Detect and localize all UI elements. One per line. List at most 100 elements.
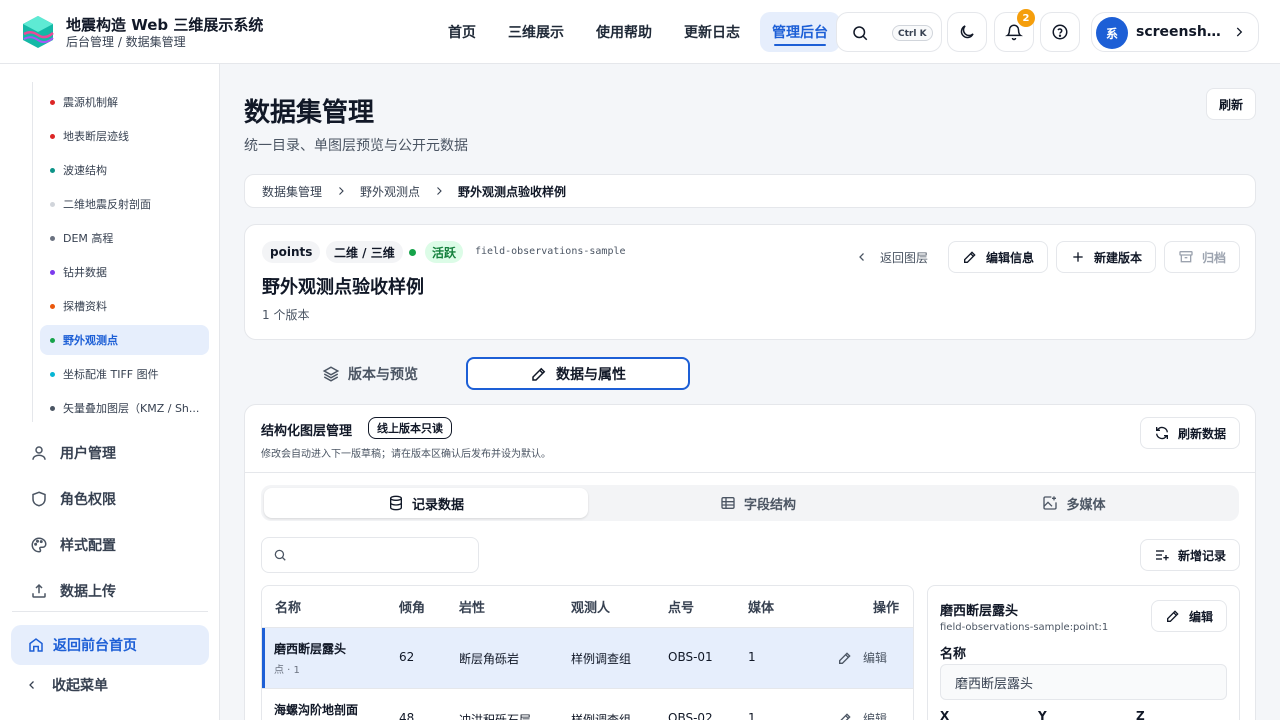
status-dot xyxy=(50,303,55,309)
plus-icon xyxy=(1073,252,1083,262)
chevron-left-icon xyxy=(29,681,34,689)
tree-guide-line xyxy=(32,82,33,422)
new-version-button[interactable]: 新建版本 xyxy=(1056,241,1156,273)
status-dot xyxy=(50,235,55,241)
tab-field-schema[interactable]: 字段结构 xyxy=(596,488,920,518)
sidebar-item-trenches[interactable]: 探槽资料 xyxy=(40,291,209,321)
archive-icon xyxy=(1179,251,1193,263)
palette-icon xyxy=(31,537,47,553)
sidebar-item-upload[interactable]: 数据上传 xyxy=(20,573,210,609)
status-dot xyxy=(50,99,55,105)
coord-y-label: Y xyxy=(1038,709,1047,720)
sidebar-item-velocity-structure[interactable]: 波速结构 xyxy=(40,155,209,185)
sidebar-item-dem[interactable]: DEM 高程 xyxy=(40,223,209,253)
moon-icon xyxy=(960,25,974,39)
search-shortcut: Ctrl K xyxy=(892,25,933,41)
tab-data-attributes[interactable]: 数据与属性 xyxy=(466,357,690,390)
records-table: 名称 倾角 岩性 观测人 点号 媒体 操作 磨西断层露头 点 · 1 62 断层… xyxy=(261,585,914,720)
status-dot xyxy=(50,337,55,343)
chevron-left-icon xyxy=(859,253,864,261)
cell-dip: 48 xyxy=(399,711,415,720)
table-row[interactable]: 海螺沟阶地剖面 48 冲洪积砾石层 样例调查组 OBS-02 1 编辑 xyxy=(262,689,913,720)
detail-title: 磨西断层露头 xyxy=(940,604,1019,619)
nav-home[interactable]: 首页 xyxy=(436,12,488,52)
collapse-menu-button[interactable]: 收起菜单 xyxy=(26,672,108,698)
version-count: 1 个版本 xyxy=(262,308,310,322)
pencil-icon xyxy=(1166,610,1179,622)
back-to-layer-button[interactable]: 返回图层 xyxy=(856,242,928,272)
dimension-tag: 二维 / 三维 xyxy=(326,241,403,263)
notifications-button[interactable]: 2 xyxy=(994,9,1035,52)
refresh-button[interactable]: 刷新 xyxy=(1206,88,1256,120)
status-dot xyxy=(50,133,55,139)
coord-z-label: Z xyxy=(1136,709,1145,720)
search-icon xyxy=(274,549,286,561)
nav-help[interactable]: 使用帮助 xyxy=(584,12,664,52)
breadcrumb-item-datasets[interactable]: 数据集管理 xyxy=(262,183,322,200)
bell-icon xyxy=(1005,24,1023,41)
type-tag: points xyxy=(262,241,321,263)
status-dot xyxy=(50,167,55,173)
edit-info-button[interactable]: 编辑信息 xyxy=(948,241,1048,273)
row-edit-button[interactable]: 编辑 xyxy=(837,710,887,720)
tab-versions-preview[interactable]: 版本与预览 xyxy=(258,357,482,390)
archive-button[interactable]: 归档 xyxy=(1164,241,1240,273)
record-search-input[interactable] xyxy=(261,537,479,573)
status-dot xyxy=(50,405,55,411)
user-menu-button[interactable]: 系 screenshot... xyxy=(1091,12,1259,52)
add-record-button[interactable]: 新增记录 xyxy=(1140,539,1240,571)
detail-name-field[interactable] xyxy=(940,664,1227,700)
row-edit-button[interactable]: 编辑 xyxy=(837,649,887,666)
status-dot xyxy=(50,269,55,275)
sidebar-item-focal-mechanism[interactable]: 震源机制解 xyxy=(40,87,209,117)
sidebar-item-users[interactable]: 用户管理 xyxy=(20,435,210,471)
app-subtitle: 后台管理 / 数据集管理 xyxy=(66,35,186,49)
global-search-button[interactable]: Ctrl K xyxy=(836,12,942,52)
coord-x-label: X xyxy=(940,709,950,720)
detail-edit-button[interactable]: 编辑 xyxy=(1151,600,1227,632)
refresh-data-button[interactable]: 刷新数据 xyxy=(1140,417,1240,449)
sidebar-item-georef-tiff[interactable]: 坐标配准 TIFF 图件 xyxy=(40,359,209,389)
sidebar-item-fault-traces[interactable]: 地表断层迹线 xyxy=(40,121,209,151)
app-logo-icon xyxy=(23,16,54,48)
status-dot xyxy=(409,249,416,256)
cell-name: 磨西断层露头 xyxy=(274,642,347,656)
sidebar-item-field-observations[interactable]: 野外观测点 xyxy=(40,325,209,355)
table-icon xyxy=(721,497,735,509)
column-header-observer: 观测人 xyxy=(571,601,611,616)
notification-count-badge: 2 xyxy=(1017,9,1035,27)
nav-changelog[interactable]: 更新日志 xyxy=(672,12,752,52)
dataset-slug: field-observations-sample xyxy=(475,246,626,257)
sidebar: 震源机制解 地表断层迹线 波速结构 二维地震反射剖面 DEM 高程 钻井数据 探… xyxy=(0,64,220,720)
sidebar-item-vector-overlay[interactable]: 矢量叠加图层（KMZ / Sh... xyxy=(40,393,209,423)
table-row[interactable]: 磨西断层露头 点 · 1 62 断层角砾岩 样例调查组 OBS-01 1 编辑 xyxy=(262,628,913,688)
nav-admin[interactable]: 管理后台 xyxy=(760,12,840,52)
app-title: 地震构造 Web 三维展示系统 xyxy=(66,16,264,34)
shield-icon xyxy=(32,491,46,507)
cell-name: 海螺沟阶地剖面 xyxy=(274,703,359,717)
sidebar-item-seismic-profile[interactable]: 二维地震反射剖面 xyxy=(40,189,209,219)
detail-record-id: field-observations-sample:point:1 xyxy=(940,622,1109,633)
nav-3d-view[interactable]: 三维展示 xyxy=(496,12,576,52)
help-button[interactable] xyxy=(1040,12,1080,52)
page-title: 数据集管理 xyxy=(244,98,375,128)
status-dot xyxy=(50,371,55,377)
sidebar-item-styles[interactable]: 样式配置 xyxy=(20,527,210,563)
structured-layer-panel: 结构化图层管理 线上版本只读 修改会自动进入下一版草稿；请在版本区确认后发布并设… xyxy=(244,404,1256,720)
tab-media[interactable]: 多媒体 xyxy=(912,488,1236,518)
question-circle-icon xyxy=(1052,24,1068,40)
back-to-frontend-button[interactable]: 返回前台首页 xyxy=(11,625,209,665)
sidebar-item-boreholes[interactable]: 钻井数据 xyxy=(40,257,209,287)
theme-toggle-button[interactable] xyxy=(947,12,987,52)
readonly-badge: 线上版本只读 xyxy=(368,417,452,439)
column-header-actions: 操作 xyxy=(873,601,900,616)
breadcrumb-item-layer[interactable]: 野外观测点 xyxy=(360,183,420,200)
sidebar-divider xyxy=(12,611,208,612)
sidebar-item-roles[interactable]: 角色权限 xyxy=(20,481,210,517)
cell-point-id: OBS-02 xyxy=(668,711,713,720)
column-header-dip: 倾角 xyxy=(399,601,426,616)
cell-dip: 62 xyxy=(399,650,415,664)
tab-records[interactable]: 记录数据 xyxy=(264,488,588,518)
user-name: screenshot... xyxy=(1136,24,1230,40)
cell-meta: 点 · 1 xyxy=(274,665,300,676)
